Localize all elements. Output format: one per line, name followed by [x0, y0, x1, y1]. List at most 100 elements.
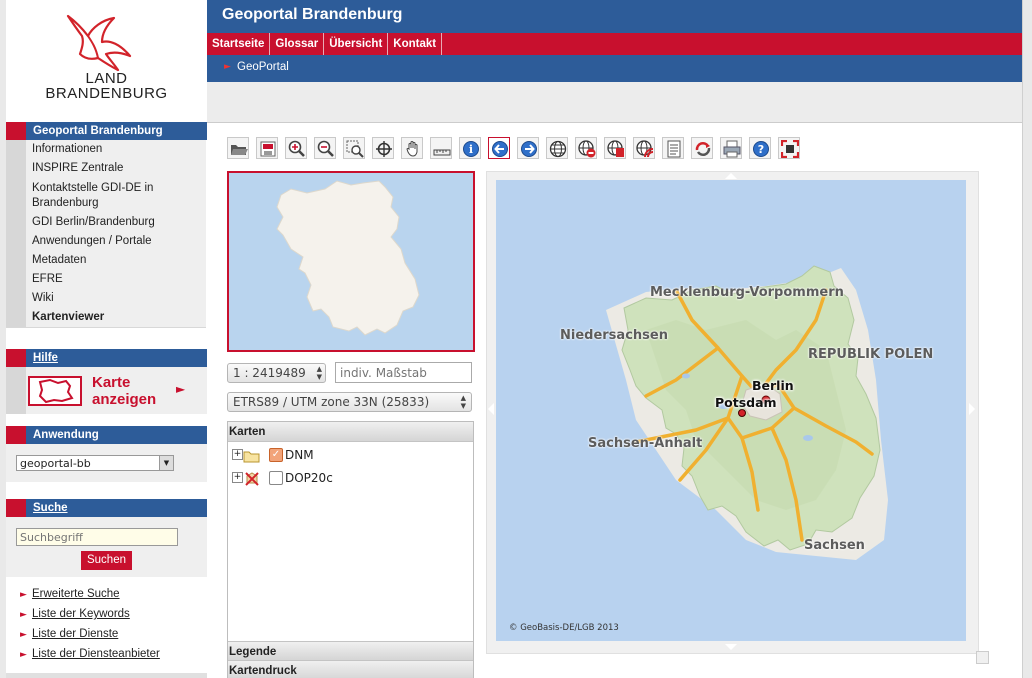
- link-erweiterte-suche[interactable]: Erweiterte Suche: [32, 588, 120, 600]
- open-folder-button[interactable]: [227, 137, 249, 159]
- print-icon: [723, 140, 741, 158]
- layer-name-dop20c: DOP20c: [285, 471, 333, 485]
- overview-map[interactable]: [227, 171, 475, 352]
- sidebar-item-inspire[interactable]: INSPIRE Zentrale: [6, 159, 206, 179]
- sidebar-item-label: Kartenviewer: [32, 311, 105, 323]
- sidebar-item-label: INSPIRE Zentrale: [32, 162, 124, 174]
- zoom-in-button[interactable]: [285, 137, 307, 159]
- crs-select[interactable]: ETRS89 / UTM zone 33N (25833) ▲ ▼: [227, 392, 472, 412]
- back-button[interactable]: [488, 137, 510, 159]
- forward-button[interactable]: [517, 137, 539, 159]
- fullscreen-button[interactable]: [778, 137, 800, 159]
- show-map-button[interactable]: Karte anzeigen ►: [6, 367, 207, 414]
- search-button[interactable]: Suchen: [81, 551, 132, 570]
- center-button[interactable]: [372, 137, 394, 159]
- zoom-box-button[interactable]: [343, 137, 365, 159]
- svg-text:i: i: [469, 143, 473, 156]
- pan-down-icon[interactable]: [725, 644, 737, 650]
- land-brandenburg-logo[interactable]: LAND BRANDENBURG: [6, 0, 207, 120]
- layer-unavailable-icon: [245, 472, 259, 486]
- sidebar-section-title: Geoportal Brandenburg: [33, 125, 163, 137]
- globe-feed-icon: [636, 140, 654, 158]
- svg-text:?: ?: [758, 143, 764, 156]
- layer-checkbox-dop20c[interactable]: [269, 471, 283, 485]
- sidebar-item-wiki[interactable]: Wiki: [6, 289, 206, 309]
- show-map-line-1: Karte: [92, 374, 131, 391]
- breadcrumb-arrow-icon: ►: [224, 62, 231, 72]
- main-map[interactable]: Mecklenburg-Vorpommern Niedersachsen REP…: [496, 180, 966, 641]
- sidebar-item-kontaktstelle[interactable]: Kontaktstelle GDI-DE in Brandenburg: [6, 178, 206, 214]
- zoom-out-button[interactable]: [314, 137, 336, 159]
- custom-scale-input[interactable]: [335, 362, 472, 383]
- pan-up-icon[interactable]: [725, 173, 737, 179]
- search-input[interactable]: [16, 528, 178, 546]
- link-keywords[interactable]: Liste der Keywords: [32, 608, 130, 620]
- sidebar-item-label: GDI Berlin/Brandenburg: [32, 216, 155, 228]
- expand-icon[interactable]: +: [232, 449, 243, 460]
- link-diensteanbieter[interactable]: Liste der Diensteanbieter: [32, 648, 160, 660]
- fullscreen-icon: [781, 140, 799, 158]
- help-link[interactable]: Hilfe: [33, 349, 58, 367]
- expand-icon[interactable]: +: [232, 472, 243, 483]
- help-button[interactable]: ?: [749, 137, 771, 159]
- save-button[interactable]: [256, 137, 278, 159]
- eagle-icon: [66, 14, 132, 72]
- sidebar-item-anwendungen[interactable]: Anwendungen / Portale: [6, 232, 206, 252]
- top-navigation: Startseite Glossar Übersicht Kontakt: [207, 33, 1028, 55]
- pan-right-icon[interactable]: [969, 403, 975, 415]
- nav-uebersicht[interactable]: Übersicht: [324, 33, 389, 55]
- application-header: Anwendung: [6, 426, 207, 444]
- link-dienste[interactable]: Liste der Dienste: [32, 628, 118, 640]
- refresh-icon: [695, 142, 711, 156]
- spinner-icon: ▲ ▼: [460, 394, 466, 410]
- potsdam-marker: [738, 409, 746, 417]
- nav-glossar[interactable]: Glossar: [270, 33, 325, 55]
- header-gray-bar: [207, 82, 1028, 123]
- map-label-niedersachsen: Niedersachsen: [560, 328, 668, 343]
- map-label-sachsen-anhalt: Sachsen-Anhalt: [588, 436, 703, 451]
- layer-list-button[interactable]: [662, 137, 684, 159]
- zoom-out-icon: [317, 140, 334, 157]
- scale-value: 1 : 2419489: [233, 366, 306, 380]
- layers-panel-header[interactable]: Karten: [228, 422, 473, 442]
- sidebar-item-gdi-berlin[interactable]: GDI Berlin/Brandenburg: [6, 213, 206, 233]
- print-panel-header[interactable]: Kartendruck: [228, 661, 473, 678]
- breadcrumb-geoportal[interactable]: GeoPortal: [237, 61, 289, 73]
- chevron-down-icon: ▼: [159, 456, 173, 470]
- layer-checkbox-dnm[interactable]: ✓: [269, 448, 283, 462]
- crs-value: ETRS89 / UTM zone 33N (25833): [233, 395, 430, 409]
- search-title-link[interactable]: Suche: [33, 499, 68, 517]
- nav-startseite[interactable]: Startseite: [207, 33, 271, 55]
- nav-kontakt[interactable]: Kontakt: [388, 33, 443, 55]
- scale-select[interactable]: 1 : 2419489 ▲ ▼: [227, 363, 326, 383]
- open-folder-icon: [231, 145, 248, 155]
- sidebar-item-informationen[interactable]: Informationen: [6, 140, 206, 160]
- refresh-button[interactable]: [691, 137, 713, 159]
- help-icon: ?: [753, 141, 769, 157]
- print-button[interactable]: [720, 137, 742, 159]
- city-label-berlin: Berlin: [752, 378, 794, 393]
- globe-add-button[interactable]: [604, 137, 626, 159]
- application-select[interactable]: geoportal-bb ▼: [16, 455, 174, 471]
- bullet-icon: ►: [20, 630, 27, 640]
- bullet-icon: ►: [20, 610, 27, 620]
- globe-feed-button[interactable]: [633, 137, 655, 159]
- sidebar-item-label: Informationen: [32, 143, 103, 155]
- info-button[interactable]: i: [459, 137, 481, 159]
- arrow-right-icon: ►: [176, 382, 186, 396]
- pan-hand-button[interactable]: [401, 137, 423, 159]
- legend-panel-header[interactable]: Legende: [228, 641, 473, 661]
- pan-left-icon[interactable]: [488, 403, 494, 415]
- sidebar-item-label: Kontaktstelle GDI-DE in Brandenburg: [32, 182, 154, 209]
- sidebar-item-metadaten[interactable]: Metadaten: [6, 251, 206, 271]
- sidebar-item-label: Metadaten: [32, 254, 87, 266]
- measure-button[interactable]: [430, 137, 452, 159]
- map-resize-handle[interactable]: [976, 651, 989, 664]
- globe-button[interactable]: [546, 137, 568, 159]
- globe-remove-button[interactable]: [575, 137, 597, 159]
- sidebar-item-kartenviewer[interactable]: Kartenviewer: [6, 308, 206, 328]
- sidebar-item-efre[interactable]: EFRE: [6, 270, 206, 290]
- page: LAND BRANDENBURG Geoportal Brandenburg S…: [6, 0, 1028, 678]
- map-label-polen: REPUBLIK POLEN: [808, 347, 934, 362]
- search-header: Suche: [6, 499, 207, 517]
